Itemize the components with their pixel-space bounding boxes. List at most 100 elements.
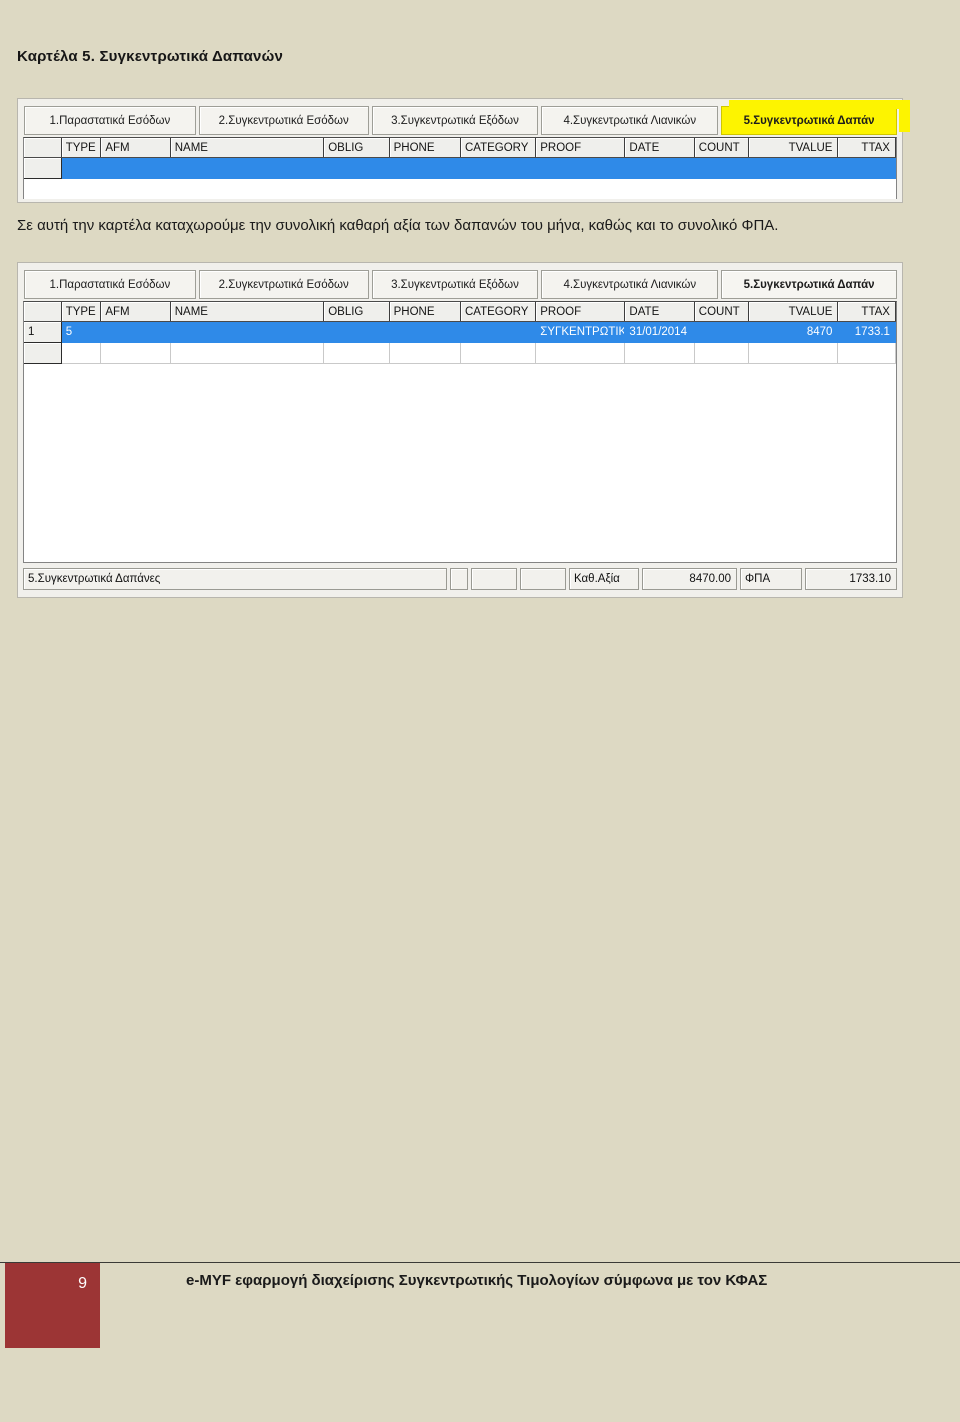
cell-name[interactable] [170, 322, 325, 343]
footer-divider [0, 1262, 960, 1263]
cell-type[interactable]: 5 [61, 322, 102, 343]
col-header-name[interactable]: NAME [170, 302, 325, 321]
tab-label: 1.Παραστατικά Εσόδων [49, 278, 171, 291]
cell-count[interactable] [694, 322, 750, 343]
row-header-cell[interactable]: 1 [24, 322, 62, 343]
cell-category[interactable] [460, 322, 537, 343]
cell-phone[interactable] [389, 158, 461, 179]
col-header-count[interactable]: COUNT [694, 138, 750, 157]
col-header-blank [24, 302, 62, 321]
highlight-smear-right [899, 100, 910, 132]
col-header-oblig[interactable]: OBLIG [324, 138, 390, 157]
col-header-name[interactable]: NAME [170, 138, 325, 157]
status-net-value: 8470.00 [642, 568, 737, 590]
cell-type[interactable] [61, 343, 102, 364]
tab-parastatika-esodon-top[interactable]: 1.Παραστατικά Εσόδων [24, 106, 196, 135]
status-spacer-2 [471, 568, 517, 590]
tab-label: 4.Συγκεντρωτικά Λιανικών [563, 114, 697, 127]
tab-label: 3.Συγκεντρωτικά Εξόδων [391, 278, 519, 291]
tab-label: 5.Συγκεντρωτικά Δαπάν [743, 278, 875, 291]
tab-sygkentrotika-lianikon-top[interactable]: 4.Συγκεντρωτικά Λιανικών [541, 106, 719, 135]
col-header-afm[interactable]: AFM [101, 138, 171, 157]
row-header-cell[interactable] [24, 343, 62, 364]
tab-sygkentrotika-exodon[interactable]: 3.Συγκεντρωτικά Εξόδων [371, 270, 539, 299]
col-header-ttax[interactable]: TTAX [838, 302, 896, 321]
col-header-tvalue[interactable]: TVALUE [749, 138, 839, 157]
cell-ttax[interactable] [838, 158, 896, 179]
cell-ttax[interactable]: 1733.1 [838, 322, 896, 343]
tab-parastatika-esodon[interactable]: 1.Παραστατικά Εσόδων [24, 270, 196, 299]
cell-proof[interactable] [536, 158, 626, 179]
tab-label: 2.Συγκεντρωτικά Εσόδων [218, 278, 349, 291]
grid-header-row-bottom: TYPE AFM NAME OBLIG PHONE CATEGORY PROOF… [24, 302, 896, 322]
app-panel-inner-top: 1.Παραστατικά Εσόδων 2.Συγκεντρωτικά Εσό… [20, 101, 900, 200]
tab-label: 2.Συγκεντρωτικά Εσόδων [218, 114, 349, 127]
page-title: Καρτέλα 5. Συγκεντρωτικά Δαπανών [17, 48, 283, 65]
cell-date[interactable] [625, 158, 695, 179]
data-grid-bottom[interactable]: TYPE AFM NAME OBLIG PHONE CATEGORY PROOF… [23, 301, 897, 563]
col-header-oblig[interactable]: OBLIG [324, 302, 390, 321]
col-header-category[interactable]: CATEGORY [460, 302, 537, 321]
cell-ttax[interactable] [838, 343, 896, 364]
col-header-type[interactable]: TYPE [61, 138, 102, 157]
cell-tvalue[interactable] [749, 158, 839, 179]
cell-afm[interactable] [101, 343, 171, 364]
row-header-cell[interactable] [24, 158, 62, 179]
tab-sygkentrotika-dapanon-top[interactable]: 5.Συγκεντρωτικά Δαπάν [721, 106, 897, 135]
footer-text: e-MYF εφαρμογή διαχείρισης Συγκεντρωτική… [186, 1272, 768, 1289]
cell-tvalue[interactable]: 8470 [749, 322, 839, 343]
status-spacer-1 [450, 568, 468, 590]
col-header-proof[interactable]: PROOF [536, 138, 626, 157]
col-header-tvalue[interactable]: TVALUE [749, 302, 839, 321]
col-header-proof[interactable]: PROOF [536, 302, 626, 321]
cell-oblig[interactable] [324, 158, 390, 179]
cell-name[interactable] [170, 343, 325, 364]
table-row[interactable] [24, 343, 896, 364]
tab-sygkentrotika-dapanon[interactable]: 5.Συγκεντρωτικά Δαπάν [721, 270, 897, 299]
cell-type[interactable] [61, 158, 102, 179]
cell-date[interactable] [625, 343, 695, 364]
table-row[interactable]: 1 5 ΣΥΓΚΕΝΤΡΩΤΙΚΑ 31/01/2014 8470 1733.1 [24, 322, 896, 343]
data-grid-top[interactable]: TYPE AFM NAME OBLIG PHONE CATEGORY PROOF… [23, 137, 897, 199]
status-bar: 5.Συγκεντρωτικά Δαπάνες Καθ.Αξία 8470.00… [23, 568, 897, 590]
col-header-afm[interactable]: AFM [101, 302, 171, 321]
col-header-blank [24, 138, 62, 157]
col-header-phone[interactable]: PHONE [389, 302, 461, 321]
tab-sygkentrotika-lianikon[interactable]: 4.Συγκεντρωτικά Λιανικών [541, 270, 719, 299]
col-header-ttax[interactable]: TTAX [838, 138, 896, 157]
tab-sygkentrotika-esodon-top[interactable]: 2.Συγκεντρωτικά Εσόδων [198, 106, 369, 135]
col-header-phone[interactable]: PHONE [389, 138, 461, 157]
cell-afm[interactable] [101, 322, 171, 343]
tab-strip-bottom: 1.Παραστατικά Εσόδων 2.Συγκεντρωτικά Εσό… [24, 270, 900, 299]
cell-tvalue[interactable] [749, 343, 839, 364]
cell-category[interactable] [460, 343, 537, 364]
cell-name[interactable] [170, 158, 325, 179]
col-header-category[interactable]: CATEGORY [460, 138, 537, 157]
table-row[interactable] [24, 158, 896, 179]
cell-count[interactable] [694, 158, 750, 179]
cell-date[interactable]: 31/01/2014 [625, 322, 695, 343]
cell-count[interactable] [694, 343, 750, 364]
screenshot-image-bottom: 1.Παραστατικά Εσόδων 2.Συγκεντρωτικά Εσό… [17, 262, 903, 598]
cell-oblig[interactable] [324, 343, 390, 364]
col-header-count[interactable]: COUNT [694, 302, 750, 321]
grid-header-row-top: TYPE AFM NAME OBLIG PHONE CATEGORY PROOF… [24, 138, 896, 158]
col-header-date[interactable]: DATE [625, 302, 695, 321]
status-vat-label: ΦΠΑ [740, 568, 802, 590]
status-vat-value: 1733.10 [805, 568, 897, 590]
cell-category[interactable] [460, 158, 537, 179]
cell-afm[interactable] [101, 158, 171, 179]
cell-proof[interactable]: ΣΥΓΚΕΝΤΡΩΤΙΚΑ [536, 322, 626, 343]
col-header-type[interactable]: TYPE [61, 302, 102, 321]
cell-proof[interactable] [536, 343, 626, 364]
cell-oblig[interactable] [324, 322, 390, 343]
tab-label: 4.Συγκεντρωτικά Λιανικών [563, 278, 697, 291]
app-panel-top: 1.Παραστατικά Εσόδων 2.Συγκεντρωτικά Εσό… [17, 98, 903, 203]
tab-label: 1.Παραστατικά Εσόδων [49, 114, 171, 127]
tab-sygkentrotika-esodon[interactable]: 2.Συγκεντρωτικά Εσόδων [198, 270, 369, 299]
cell-phone[interactable] [389, 322, 461, 343]
tab-sygkentrotika-exodon-top[interactable]: 3.Συγκεντρωτικά Εξόδων [371, 106, 539, 135]
col-header-date[interactable]: DATE [625, 138, 695, 157]
cell-phone[interactable] [389, 343, 461, 364]
status-net-label: Καθ.Αξία [569, 568, 639, 590]
